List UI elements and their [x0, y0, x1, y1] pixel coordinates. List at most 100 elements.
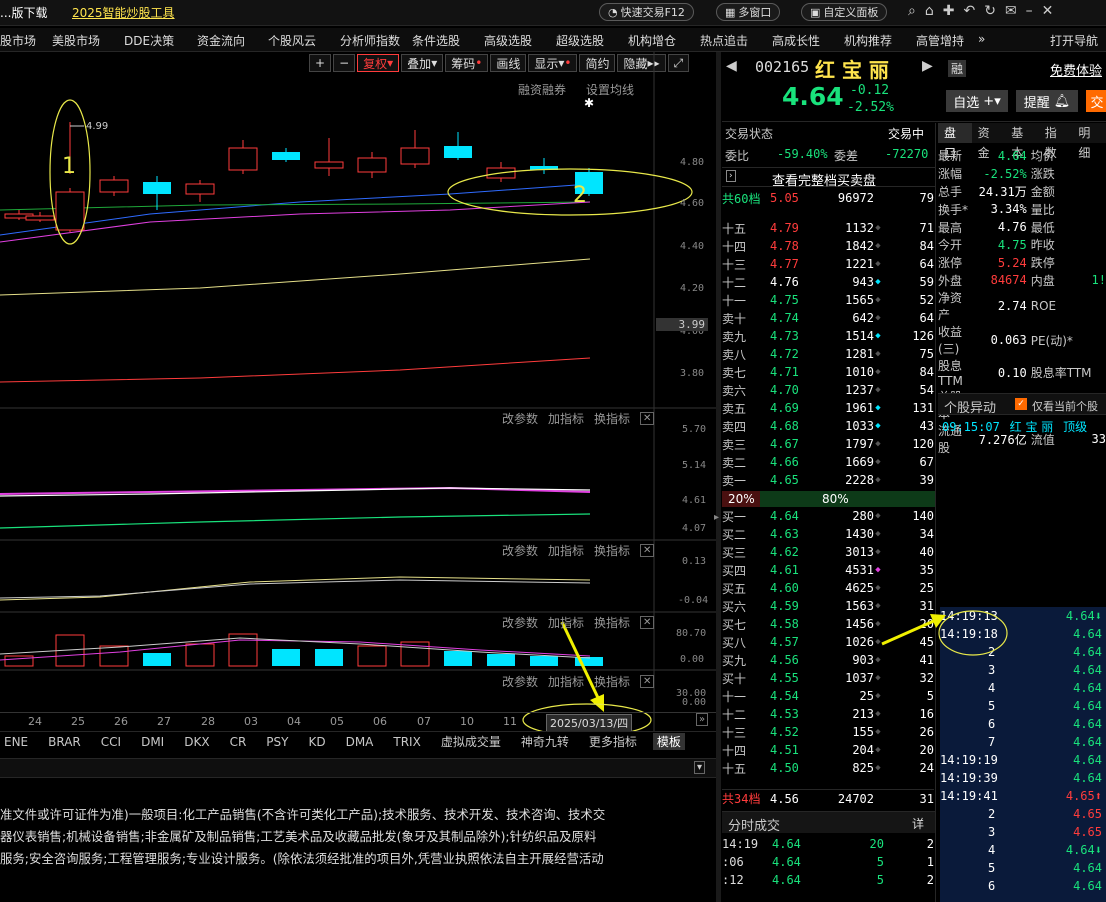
- swap-indicator[interactable]: 换指标: [594, 673, 630, 690]
- quick-trade-button[interactable]: ◔ 快速交易F12: [599, 3, 694, 21]
- close-icon[interactable]: ✕: [640, 675, 655, 688]
- quote-tab[interactable]: 资金: [972, 123, 1006, 160]
- order-level-row[interactable]: 十二 4.53 213 ◆ 16: [722, 705, 934, 723]
- add-icon[interactable]: ✚: [943, 3, 955, 19]
- indicator-tab[interactable]: DKX: [180, 735, 213, 749]
- order-level-row[interactable]: 十五 4.79 1132 ◆ 71: [722, 219, 934, 237]
- remind-button[interactable]: 提醒 🔔︎: [1016, 90, 1078, 112]
- order-level-row[interactable]: 十五 4.50 825 ◆ 24: [722, 759, 934, 777]
- mail-icon[interactable]: ✉: [1005, 3, 1017, 19]
- change-params[interactable]: 改参数: [502, 614, 538, 631]
- minimize-icon[interactable]: –: [1026, 3, 1033, 19]
- order-level-row[interactable]: 买十 4.55 1037 ◆ 32: [722, 669, 934, 687]
- home-icon[interactable]: ⌂: [925, 3, 934, 19]
- menu-more[interactable]: »: [978, 32, 985, 46]
- order-level-row[interactable]: 卖八 4.72 1281 ◆ 75: [722, 345, 934, 363]
- indicator-tab[interactable]: BRAR: [44, 735, 85, 749]
- ticks-detail-button[interactable]: 详: [912, 815, 924, 832]
- menu-item[interactable]: 条件选股: [412, 32, 460, 49]
- order-level-row[interactable]: 买九 4.56 903 ◆ 41: [722, 651, 934, 669]
- add-indicator[interactable]: 加指标: [548, 410, 584, 427]
- menu-item[interactable]: DDE决策: [124, 32, 174, 49]
- menu-item[interactable]: 高管增持: [916, 32, 964, 49]
- order-level-row[interactable]: 十一 4.54 25 ◆ 5: [722, 687, 934, 705]
- panel-splitter[interactable]: [716, 52, 721, 902]
- change-params[interactable]: 改参数: [502, 542, 538, 559]
- collapse-icon[interactable]: ▾: [694, 761, 706, 774]
- view-full-book[interactable]: › 查看完整档买卖盘: [722, 167, 935, 189]
- scroll-right-icon[interactable]: »: [696, 713, 709, 726]
- menu-item[interactable]: 超级选股: [556, 32, 604, 49]
- close-icon[interactable]: ✕: [640, 544, 655, 557]
- order-level-row[interactable]: 十一 4.75 1565 ◆ 52: [722, 291, 934, 309]
- order-level-row[interactable]: 买四 4.61 4531 ◆ 35: [722, 561, 934, 579]
- quote-tab[interactable]: 指数: [1039, 123, 1073, 160]
- order-level-row[interactable]: 买二 4.63 1430 ◆ 34: [722, 525, 934, 543]
- add-indicator[interactable]: 加指标: [548, 542, 584, 559]
- menu-item[interactable]: 美股市场: [52, 32, 100, 49]
- close-icon[interactable]: ✕: [640, 616, 655, 629]
- swap-indicator[interactable]: 换指标: [594, 410, 630, 427]
- order-level-row[interactable]: 卖十 4.74 642 ◆ 64: [722, 309, 934, 327]
- indicator-tab[interactable]: DMA: [342, 735, 378, 749]
- download-link[interactable]: ...版下载: [0, 4, 47, 21]
- order-level-row[interactable]: 买三 4.62 3013 ◆ 40: [722, 543, 934, 561]
- order-level-row[interactable]: 卖七 4.71 1010 ◆ 84: [722, 363, 934, 381]
- refresh-icon[interactable]: ↻: [984, 3, 996, 19]
- indicator-tab-active[interactable]: 模板: [652, 733, 685, 750]
- close-icon[interactable]: ✕: [640, 412, 655, 425]
- promo-link[interactable]: 2025智能炒股工具: [72, 4, 175, 21]
- undo-icon[interactable]: ↶: [963, 3, 975, 19]
- order-level-row[interactable]: 十二 4.76 943 ◆ 59: [722, 273, 934, 291]
- order-level-row[interactable]: 十三 4.52 155 ◆ 26: [722, 723, 934, 741]
- next-stock-icon[interactable]: ▶: [922, 58, 933, 74]
- indicator-tab[interactable]: CCI: [97, 735, 125, 749]
- search-icon[interactable]: ⌕: [908, 3, 916, 19]
- menu-item[interactable]: 高成长性: [772, 32, 820, 49]
- prev-stock-icon[interactable]: ◀: [726, 58, 737, 74]
- order-level-row[interactable]: 卖三 4.67 1797 ◆ 120: [722, 435, 934, 453]
- change-params[interactable]: 改参数: [502, 673, 538, 690]
- order-level-row[interactable]: 卖一 4.65 2228 ◆ 39: [722, 471, 934, 489]
- indicator-tab[interactable]: TRIX: [389, 735, 424, 749]
- menu-item[interactable]: 个股风云: [268, 32, 316, 49]
- order-level-row[interactable]: 卖四 4.68 1033 ◆ 43: [722, 417, 934, 435]
- order-level-row[interactable]: 卖二 4.66 1669 ◆ 67: [722, 453, 934, 471]
- order-level-row[interactable]: 卖九 4.73 1514 ◆ 126: [722, 327, 934, 345]
- order-level-row[interactable]: 十四 4.78 1842 ◆ 84: [722, 237, 934, 255]
- order-level-row[interactable]: 十三 4.77 1221 ◆ 64: [722, 255, 934, 273]
- splitter-handle-icon[interactable]: ▸: [714, 512, 719, 523]
- indicator-tab[interactable]: 更多指标: [585, 733, 641, 750]
- menu-item[interactable]: 热点追击: [700, 32, 748, 49]
- change-params[interactable]: 改参数: [502, 410, 538, 427]
- indicator-tab[interactable]: CR: [226, 735, 251, 749]
- menu-item[interactable]: 分析师指数: [340, 32, 400, 49]
- menu-item[interactable]: 股市场: [0, 32, 36, 49]
- indicator-tab[interactable]: 神奇九转: [517, 733, 573, 750]
- quote-tab[interactable]: 明细: [1072, 123, 1106, 160]
- indicator-tab[interactable]: ENE: [0, 735, 32, 749]
- order-level-row[interactable]: 买五 4.60 4625 ◆ 25: [722, 579, 934, 597]
- watchlist-button[interactable]: 自选 +▾: [946, 90, 1008, 112]
- quote-tab[interactable]: 盘口: [938, 123, 972, 160]
- multi-window-button[interactable]: ▦ 多窗口: [716, 3, 781, 21]
- menu-item[interactable]: 机构推荐: [844, 32, 892, 49]
- order-level-row[interactable]: 卖六 4.70 1237 ◆ 54: [722, 381, 934, 399]
- swap-indicator[interactable]: 换指标: [594, 542, 630, 559]
- menu-item[interactable]: 机构增仓: [628, 32, 676, 49]
- indicator-tab[interactable]: KD: [304, 735, 329, 749]
- custom-panel-button[interactable]: ▣ 自定义面板: [801, 3, 888, 21]
- indicator-tab[interactable]: PSY: [262, 735, 292, 749]
- swap-indicator[interactable]: 换指标: [594, 614, 630, 631]
- order-level-row[interactable]: 十四 4.51 204 ◆ 20: [722, 741, 934, 759]
- quote-tab[interactable]: 基本: [1005, 123, 1039, 160]
- open-nav[interactable]: 打开导航: [1050, 32, 1098, 49]
- filter-checkbox[interactable]: ✓: [1015, 398, 1027, 410]
- add-indicator[interactable]: 加指标: [548, 673, 584, 690]
- indicator-tab[interactable]: DMI: [137, 735, 168, 749]
- indicator-tab[interactable]: 虚拟成交量: [437, 733, 505, 750]
- menu-item[interactable]: 高级选股: [484, 32, 532, 49]
- add-indicator[interactable]: 加指标: [548, 614, 584, 631]
- trade-button[interactable]: 交: [1086, 90, 1106, 112]
- order-level-row[interactable]: 买一 4.64 280 ◆ 140: [722, 507, 934, 525]
